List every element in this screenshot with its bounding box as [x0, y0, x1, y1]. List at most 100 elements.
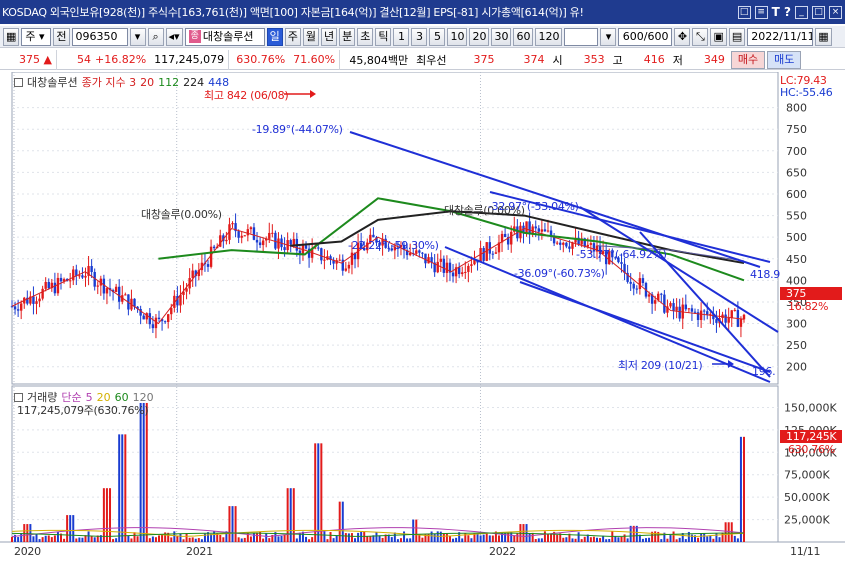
save-icon[interactable]: ▣	[710, 27, 727, 46]
speaker-icon[interactable]: ◂▾	[165, 27, 183, 46]
zoom-icon[interactable]: ⤡	[692, 27, 709, 46]
volume-value: 117,245,079	[154, 53, 225, 66]
candle-body-72	[231, 223, 234, 225]
trend-value-4189: 418.9	[750, 268, 780, 281]
volume-bar-212	[660, 539, 663, 542]
candle-body-79	[252, 227, 256, 240]
sell-button[interactable]: 매도	[767, 50, 802, 69]
volume-bar-42	[139, 402, 142, 542]
volume-bar-154	[482, 534, 485, 542]
volume-bar-106	[335, 535, 338, 542]
volume-bar-147	[461, 538, 464, 542]
date-input[interactable]: 2022/11/11	[747, 27, 814, 46]
x-label-2020: 2020	[14, 545, 41, 558]
volume-bar-131	[412, 519, 415, 542]
list-icon[interactable]: ≡	[754, 5, 768, 19]
candle-body-51	[167, 314, 170, 322]
candle-body-199	[620, 262, 623, 264]
search-icon[interactable]: ⌕	[147, 27, 164, 46]
candle-body-206	[641, 278, 645, 284]
volume-bar-53	[173, 531, 176, 542]
interval-20[interactable]: 20	[469, 27, 490, 46]
restore-icon[interactable]: □	[737, 5, 751, 19]
candle-body-182	[568, 246, 571, 249]
volume-bar-216	[672, 531, 675, 542]
current-price: 375	[19, 53, 41, 66]
maximize-icon[interactable]: □	[812, 5, 825, 19]
low-label: 저	[672, 53, 683, 67]
volume-bar-75	[240, 538, 243, 542]
close-icon[interactable]: ×	[829, 5, 842, 19]
volume-bar-74	[237, 537, 240, 542]
interval-1[interactable]: 1	[393, 27, 410, 46]
period-month[interactable]: 월	[302, 27, 319, 46]
max-marker-arrow	[310, 90, 316, 98]
volume-bar-133	[418, 535, 421, 542]
volume-bar-117	[369, 536, 372, 542]
volume-bar-178	[556, 534, 559, 542]
volume-bar-14	[53, 535, 56, 542]
volume-current-tag: 117,245K	[780, 430, 842, 443]
period-day[interactable]: 일	[266, 27, 283, 46]
price-info-row: 375 ▲ 54 +16.82% 117,245,079 630.76% 71.…	[0, 49, 845, 70]
minimize-icon[interactable]: _	[795, 5, 808, 19]
interval-60[interactable]: 60	[513, 27, 534, 46]
candle-body-28	[96, 285, 99, 287]
volume-bar-228	[709, 535, 712, 542]
volume-bar-121	[381, 537, 384, 542]
interval-5[interactable]: 5	[429, 27, 446, 46]
candle-body-14	[53, 282, 57, 294]
candle-body-163	[510, 231, 513, 245]
stock-badge: 종	[188, 30, 201, 43]
interval-custom-input[interactable]	[564, 27, 599, 46]
volume-bar-110	[347, 533, 350, 542]
period-second[interactable]: 초	[357, 27, 374, 46]
x-label-2021: 2021	[186, 545, 213, 558]
candle-body-212	[660, 293, 663, 295]
count-input[interactable]: 600/600	[618, 27, 673, 46]
grid-icon[interactable]: ▦	[3, 27, 20, 46]
candle-body-218	[678, 306, 681, 319]
volume-bar-9	[38, 539, 41, 542]
volume-bar-82	[262, 538, 265, 542]
price-tick-750: 750	[786, 123, 807, 136]
volume-bar-134	[421, 537, 424, 542]
volume-bar-171	[534, 539, 537, 542]
interval-120[interactable]: 120	[535, 27, 563, 46]
volume-bar-145	[455, 537, 458, 542]
candle-body-48	[157, 317, 161, 319]
stock-code-input[interactable]: 096350	[71, 27, 128, 46]
volume-bar-22	[78, 537, 81, 542]
candle-body-3	[19, 303, 23, 311]
interval-dropdown-icon[interactable]: ▾	[600, 27, 617, 46]
volume-bar-173	[540, 538, 543, 542]
interval-30[interactable]: 30	[491, 27, 512, 46]
period-year[interactable]: 년	[320, 27, 338, 46]
window-title: KOSDAQ 외국인보유[928(천)] 주식수[163,761(천)] 액면[…	[2, 6, 584, 19]
code-dropdown-icon[interactable]: ▾	[129, 27, 146, 46]
interval-10[interactable]: 10	[447, 27, 468, 46]
period-tick[interactable]: 틱	[375, 27, 392, 46]
settings-icon[interactable]: ▤	[728, 27, 746, 46]
volume-bar-102	[323, 531, 326, 542]
stock-name-field[interactable]: 종 대창솔루션	[184, 27, 265, 46]
help-text[interactable]: T ?	[772, 5, 791, 19]
stock-chart[interactable]: 200 250 300 350 400 450 500 550 600 650 700 750 800 2…	[0, 72, 845, 561]
market-select[interactable]: 주 ▾	[21, 27, 52, 46]
candle-body-168	[525, 221, 528, 234]
chart-canvas[interactable]: 2002503003504004505005506006507007508002…	[0, 72, 845, 561]
crosshair-icon[interactable]: ✥	[674, 27, 691, 46]
volume-bar-207	[644, 538, 647, 542]
open-label: 시	[552, 53, 563, 67]
candle-body-179	[559, 242, 562, 245]
period-week[interactable]: 주	[284, 27, 301, 46]
prev-button[interactable]: 전	[53, 27, 70, 46]
interval-3[interactable]: 3	[411, 27, 428, 46]
price-tick-800: 800	[786, 102, 807, 115]
buy-button[interactable]: 매수	[730, 50, 766, 69]
period-minute[interactable]: 분	[339, 27, 356, 46]
candle-body-43	[142, 315, 145, 320]
candle-body-172	[537, 228, 540, 232]
volume-bar-34	[115, 538, 118, 542]
calendar-icon[interactable]: ▦	[815, 27, 832, 46]
